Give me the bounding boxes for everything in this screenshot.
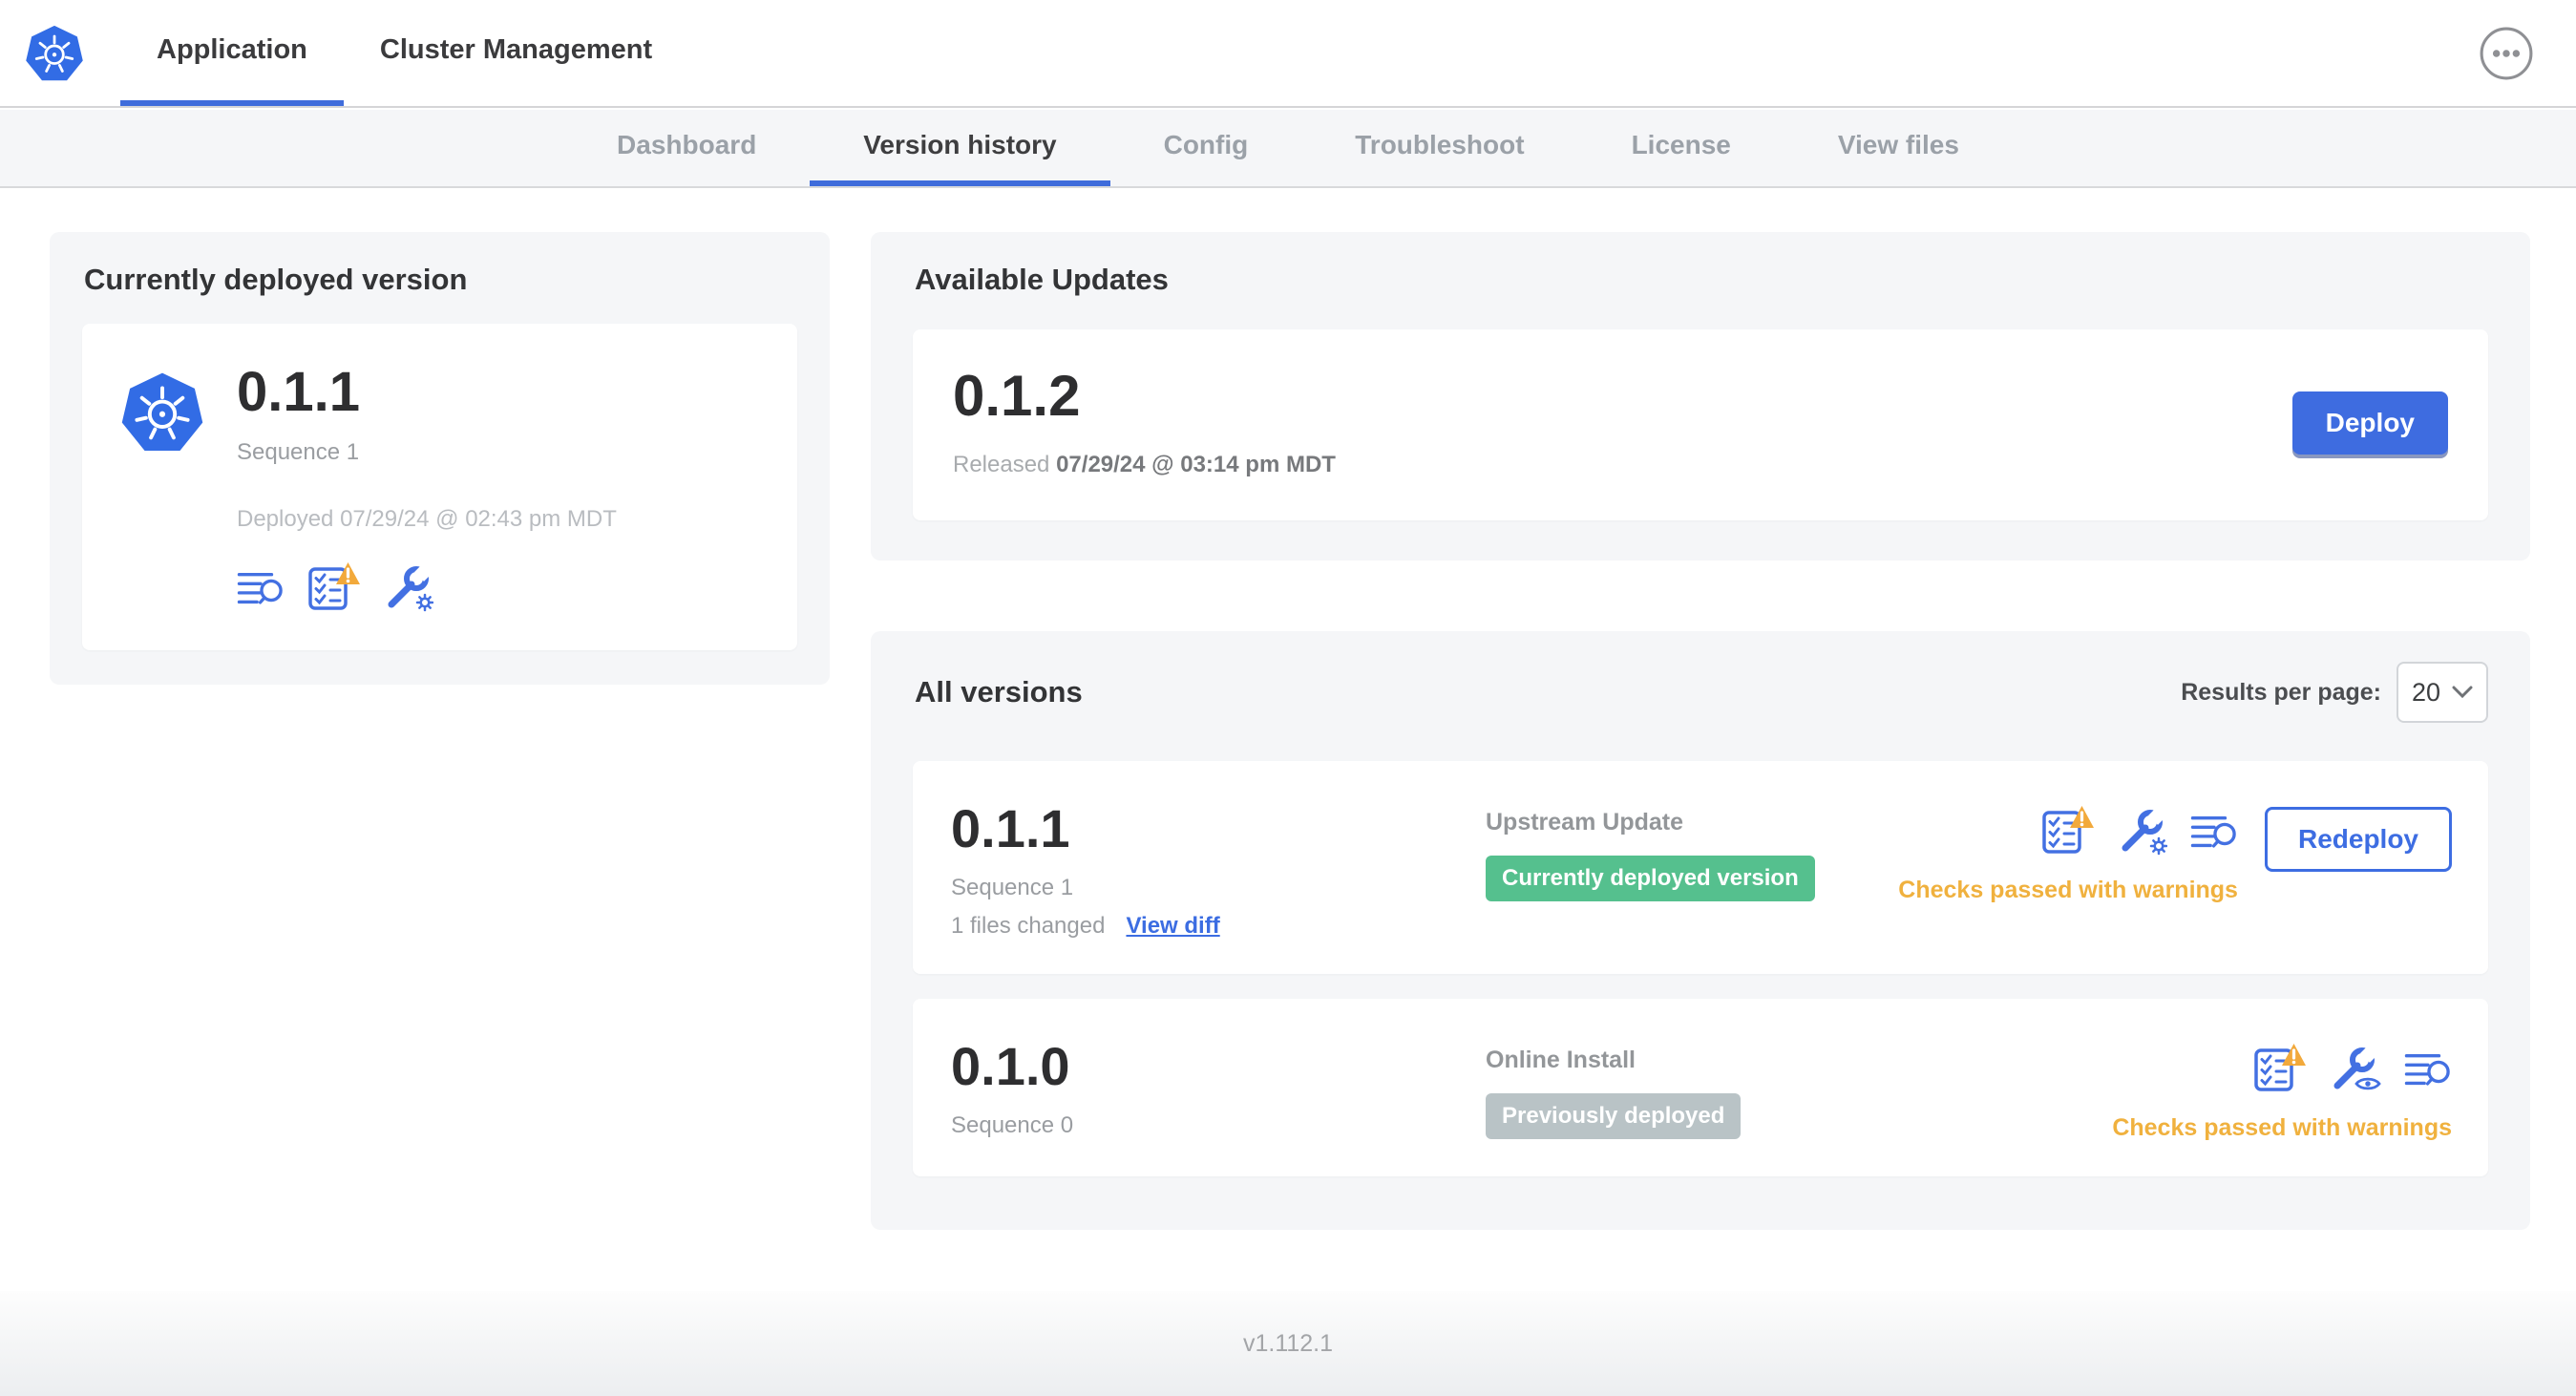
row-version-number: 0.1.1 <box>951 798 1070 858</box>
logs-icon[interactable] <box>2404 1049 2452 1093</box>
released-label: Released <box>953 452 1050 477</box>
status-badge: Currently deployed version <box>1486 856 1815 901</box>
results-per-page-value: 20 <box>2411 677 2441 707</box>
preflight-checks-icon[interactable] <box>2041 805 2095 856</box>
logs-icon[interactable] <box>2190 812 2238 856</box>
files-changed-text: 1 files changed <box>951 912 1106 939</box>
logs-icon[interactable] <box>237 568 285 612</box>
right-column: Available Updates 0.1.2 Released 07/29/2… <box>871 232 2530 1230</box>
app-header: Application Cluster Management <box>0 0 2576 108</box>
subnav-license[interactable]: License <box>1578 110 1784 186</box>
currently-deployed-card: Currently deployed version 0.1.1 Sequenc… <box>50 232 830 685</box>
update-version-number: 0.1.2 <box>953 364 1081 428</box>
current-version-deployed-timestamp: Deployed 07/29/24 @ 02:43 pm MDT <box>237 505 617 532</box>
tab-application-label: Application <box>157 34 307 65</box>
version-row-right: Checks passed with warnings Redeploy <box>1898 801 2452 904</box>
row-actions <box>2253 1042 2452 1093</box>
subnav-config[interactable]: Config <box>1110 110 1302 186</box>
overflow-menu-button[interactable] <box>2479 26 2534 81</box>
row-source: Upstream Update <box>1486 809 1683 835</box>
subnav-version-history[interactable]: Version history <box>810 110 1110 186</box>
version-row-left: 0.1.0 Sequence 0 <box>951 1035 1486 1139</box>
app-footer: v1.112.1 <box>0 1291 2576 1396</box>
row-sequence: Sequence 1 <box>951 874 1074 900</box>
ellipsis-icon <box>2480 27 2533 79</box>
version-row-right: Checks passed with warnings <box>2112 1039 2452 1142</box>
console-version: v1.112.1 <box>1242 1329 1334 1357</box>
subnav-view-files[interactable]: View files <box>1784 110 2013 186</box>
tab-application[interactable]: Application <box>120 0 344 106</box>
all-versions-card: All versions Results per page: 20 0.1.1 … <box>871 631 2530 1230</box>
preflight-checks-icon[interactable] <box>307 561 361 612</box>
view-config-icon[interactable] <box>2330 1044 2381 1093</box>
currently-deployed-title: Currently deployed version <box>84 263 468 296</box>
results-per-page-select[interactable]: 20 <box>2397 662 2488 723</box>
available-updates-title: Available Updates <box>915 263 1169 296</box>
version-row-0-1-0: 0.1.0 Sequence 0 Online Install Previous… <box>913 998 2488 1176</box>
all-versions-header: All versions Results per page: 20 <box>913 662 2488 723</box>
version-row-0-1-1: 0.1.1 Sequence 1 1 files changed View dif… <box>913 761 2488 974</box>
subnav-dashboard[interactable]: Dashboard <box>563 110 810 186</box>
current-version-number: 0.1.1 <box>237 361 360 423</box>
current-version-sequence: Sequence 1 <box>237 438 360 465</box>
update-released-timestamp: Released 07/29/24 @ 03:14 pm MDT <box>953 452 1336 478</box>
app-subnav: Dashboard Version history Config Trouble… <box>0 110 2576 188</box>
version-row-left: 0.1.1 Sequence 1 1 files changed View dif… <box>951 798 1486 940</box>
results-per-page: Results per page: 20 <box>2181 662 2488 723</box>
edit-config-icon[interactable] <box>2118 806 2167 856</box>
kubernetes-app-icon <box>120 370 204 455</box>
kubernetes-logo-icon <box>25 23 84 84</box>
row-icons-and-checks: Checks passed with warnings <box>2112 1042 2452 1142</box>
checks-status-text: Checks passed with warnings <box>1898 877 2238 903</box>
tab-cluster-management[interactable]: Cluster Management <box>344 0 688 106</box>
chevron-down-icon <box>2452 686 2473 699</box>
row-actions <box>2041 805 2238 856</box>
currently-deployed-version-card: 0.1.1 Sequence 1 Deployed 07/29/24 @ 02:… <box>82 324 797 650</box>
redeploy-button[interactable]: Redeploy <box>2264 807 2452 872</box>
edit-config-icon[interactable] <box>384 562 433 612</box>
version-history-page: Application Cluster Management Dashboard… <box>0 0 2576 1396</box>
deploy-button[interactable]: Deploy <box>2291 391 2448 455</box>
tab-cluster-management-label: Cluster Management <box>379 34 653 65</box>
released-date: 07/29/24 @ 03:14 pm MDT <box>1056 452 1336 477</box>
main-content: Currently deployed version 0.1.1 Sequenc… <box>0 190 2576 1291</box>
update-details: 0.1.2 Released 07/29/24 @ 03:14 pm MDT <box>953 368 1336 478</box>
header-right <box>2479 0 2534 106</box>
row-files-changed: 1 files changed View diff <box>951 913 1486 940</box>
preflight-checks-icon[interactable] <box>2253 1042 2307 1093</box>
row-icons-and-checks: Checks passed with warnings <box>1898 805 2238 904</box>
row-version-number: 0.1.0 <box>951 1035 1070 1096</box>
current-version-actions <box>237 561 617 612</box>
row-sequence: Sequence 0 <box>951 1111 1074 1138</box>
all-versions-title: All versions <box>915 675 1083 709</box>
subnav-troubleshoot[interactable]: Troubleshoot <box>1301 110 1577 186</box>
checks-status-text: Checks passed with warnings <box>2112 1113 2452 1141</box>
update-row: 0.1.2 Released 07/29/24 @ 03:14 pm MDT D… <box>913 329 2488 520</box>
row-source: Online Install <box>1486 1046 1636 1073</box>
version-row-middle: Upstream Update Currently deployed versi… <box>1486 801 1898 901</box>
status-badge: Previously deployed <box>1486 1092 1742 1139</box>
view-diff-link[interactable]: View diff <box>1126 913 1219 939</box>
version-row-middle: Online Install Previously deployed <box>1486 1039 2112 1139</box>
currently-deployed-details: 0.1.1 Sequence 1 Deployed 07/29/24 @ 02:… <box>237 361 617 612</box>
results-per-page-label: Results per page: <box>2181 678 2381 706</box>
available-updates-card: Available Updates 0.1.2 Released 07/29/2… <box>871 232 2530 561</box>
